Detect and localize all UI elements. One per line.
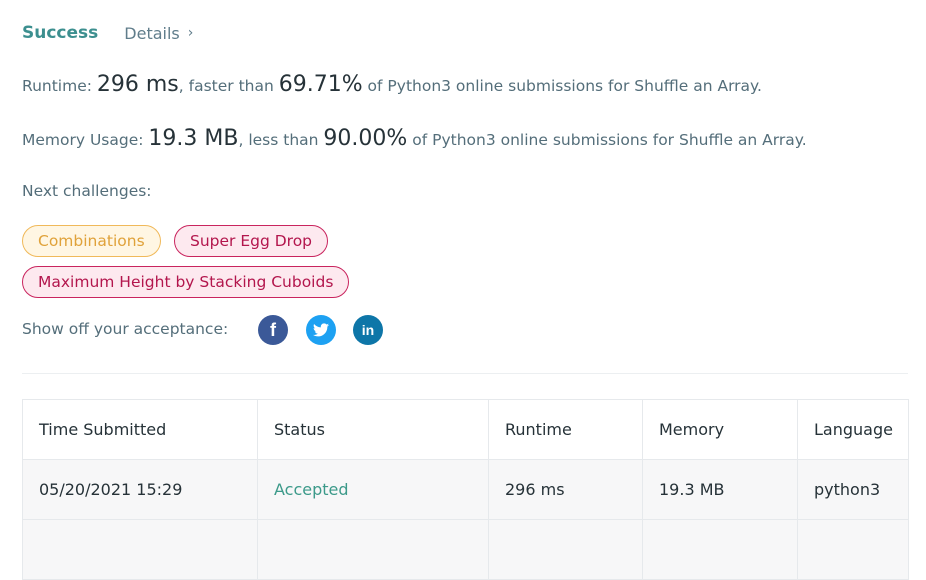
linkedin-icon[interactable]: in xyxy=(353,315,383,345)
column-header-status: Status xyxy=(257,399,489,460)
column-header-time-submitted: Time Submitted xyxy=(22,399,258,460)
twitter-icon[interactable] xyxy=(306,315,336,345)
memory-stat: Memory Usage: 19.3 MB, less than 90.00% … xyxy=(22,126,807,151)
column-header-runtime: Runtime xyxy=(488,399,643,460)
memory-mid: , less than xyxy=(238,131,324,149)
runtime-percent: 69.71% xyxy=(278,72,363,97)
memory-value: 19.3 MB xyxy=(148,126,239,151)
runtime-suffix: of Python3 online submissions for Shuffl… xyxy=(362,77,762,95)
challenge-tag-super-egg-drop[interactable]: Super Egg Drop xyxy=(174,225,329,257)
cell-empty xyxy=(22,519,258,580)
divider xyxy=(22,373,908,374)
runtime-stat: Runtime: 296 ms, faster than 69.71% of P… xyxy=(22,72,762,97)
submissions-table: Time Submitted Status Runtime Memory Lan… xyxy=(22,399,909,580)
challenge-tag-maximum-height[interactable]: Maximum Height by Stacking Cuboids xyxy=(22,266,350,298)
memory-percent: 90.00% xyxy=(323,126,408,151)
next-challenges-label: Next challenges: xyxy=(22,182,152,200)
memory-suffix: of Python3 online submissions for Shuffl… xyxy=(407,131,807,149)
details-link[interactable]: Details › xyxy=(124,24,193,43)
cell-empty xyxy=(488,519,643,580)
challenge-tag-combinations[interactable]: Combinations xyxy=(22,225,161,257)
success-status: Success xyxy=(22,23,99,43)
column-header-language: Language xyxy=(797,399,909,460)
result-header: Success Details › xyxy=(22,20,193,46)
table-row-partial xyxy=(22,519,909,580)
cell-runtime: 296 ms xyxy=(488,459,643,520)
runtime-value: 296 ms xyxy=(96,72,179,97)
cell-language: python3 xyxy=(797,459,909,520)
cell-empty xyxy=(797,519,909,580)
runtime-mid: , faster than xyxy=(178,77,279,95)
cell-empty xyxy=(642,519,798,580)
memory-prefix: Memory Usage: xyxy=(22,131,149,149)
details-label: Details xyxy=(124,23,180,43)
cell-status-link[interactable]: Accepted xyxy=(257,459,489,520)
cell-memory: 19.3 MB xyxy=(642,459,798,520)
runtime-prefix: Runtime: xyxy=(22,77,97,95)
cell-empty xyxy=(257,519,489,580)
facebook-icon[interactable]: f xyxy=(258,315,288,345)
column-header-memory: Memory xyxy=(642,399,798,460)
cell-time-submitted: 05/20/2021 15:29 xyxy=(22,459,258,520)
table-row: 05/20/2021 15:29 Accepted 296 ms 19.3 MB… xyxy=(22,459,909,520)
table-header-row: Time Submitted Status Runtime Memory Lan… xyxy=(22,399,909,460)
chevron-right-icon: › xyxy=(187,25,194,41)
share-label: Show off your acceptance: xyxy=(22,320,229,338)
